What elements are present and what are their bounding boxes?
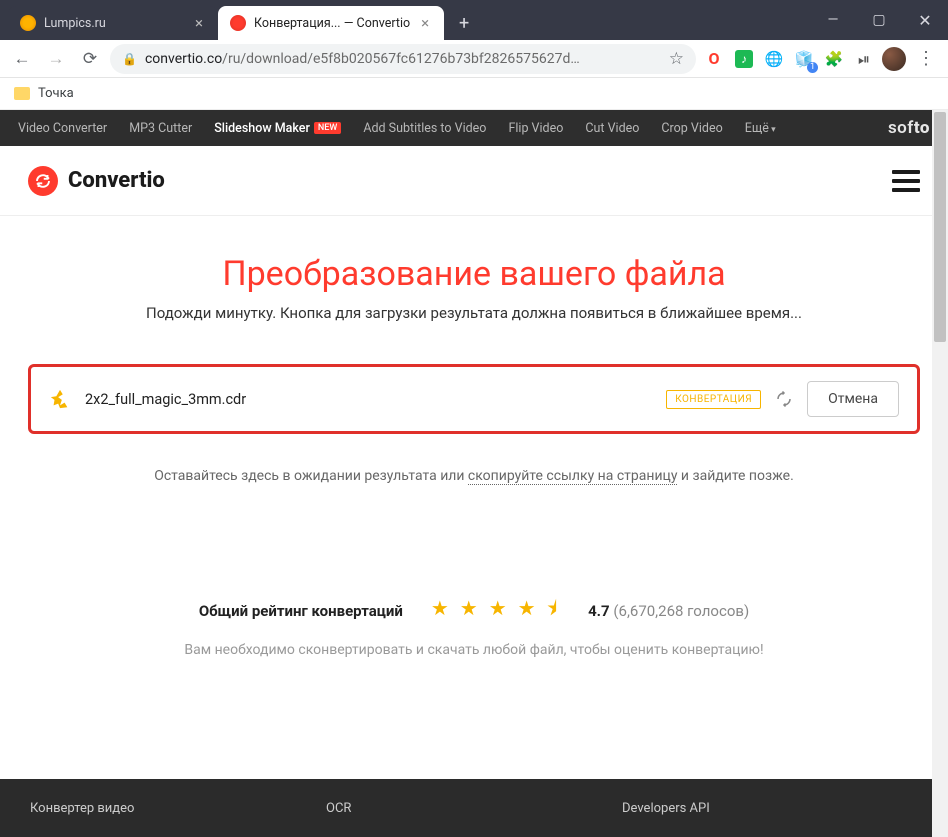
main-content: Преобразование вашего файла Подожди мину… [0, 216, 948, 678]
nav-slideshow-maker[interactable]: Slideshow MakerNEW [214, 121, 341, 136]
extension-opera-icon[interactable]: O [702, 47, 726, 71]
forward-button[interactable]: → [42, 45, 70, 73]
site-footer: Конвертер видео OCR Developers API [0, 779, 948, 837]
conversion-status-badge: КОНВЕРТАЦИЯ [666, 390, 761, 409]
lock-icon: 🔒 [122, 52, 137, 66]
softo-brand[interactable]: softo [888, 118, 930, 138]
close-tab-icon[interactable]: × [192, 16, 206, 30]
site-top-nav: Video Converter MP3 Cutter Slideshow Mak… [0, 110, 948, 146]
extension-music-icon[interactable]: ♪ [732, 47, 756, 71]
favicon-convertio-icon [230, 15, 246, 31]
filename-text: 2x2_full_magic_3mm.cdr [85, 391, 652, 408]
scrollbar-thumb[interactable] [934, 112, 946, 342]
footer-link-api[interactable]: Developers API [622, 801, 918, 816]
nav-crop-video[interactable]: Crop Video [661, 121, 722, 136]
page-viewport: Video Converter MP3 Cutter Slideshow Mak… [0, 110, 948, 837]
rating-score: 4.7 [588, 602, 610, 620]
extension-box-icon[interactable]: 🧊 [792, 47, 816, 71]
rating-votes: (6,670,268 голосов) [613, 602, 749, 620]
minimize-button[interactable]: — [810, 0, 856, 40]
tab-title: Конвертация... — Convertio [254, 16, 410, 31]
wait-message: Оставайтесь здесь в ожидании результата … [28, 468, 920, 484]
page-heading: Преобразование вашего файла [28, 254, 920, 294]
logo-text: Convertio [68, 168, 165, 193]
page-subtitle: Подожди минутку. Кнопка для загрузки рез… [28, 304, 920, 322]
back-button[interactable]: ← [8, 45, 36, 73]
copy-link[interactable]: скопируйте ссылку на страницу [468, 468, 678, 485]
cancel-button[interactable]: Отмена [807, 381, 899, 417]
bookmark-star-icon[interactable]: ☆ [669, 49, 684, 69]
bookmark-item[interactable]: Точка [38, 86, 74, 101]
window-controls: — ▢ ✕ [810, 0, 948, 40]
site-header: Convertio [0, 146, 948, 216]
maximize-button[interactable]: ▢ [856, 0, 902, 40]
conversion-file-row: 2x2_full_magic_3mm.cdr КОНВЕРТАЦИЯ Отмен… [28, 364, 920, 434]
reload-button[interactable]: ⟳ [76, 45, 104, 73]
new-badge: NEW [314, 122, 341, 134]
hamburger-menu-button[interactable] [892, 170, 920, 192]
bookmarks-bar: Точка [0, 78, 948, 110]
extension-globe-icon[interactable]: 🌐 [762, 47, 786, 71]
address-bar[interactable]: 🔒 convertio.co/ru/download/e5f8b020567fc… [110, 44, 696, 74]
convertio-logo-icon [28, 166, 58, 196]
loading-spinner-icon [775, 390, 793, 408]
folder-icon [14, 87, 30, 100]
cdr-file-icon [49, 388, 71, 410]
footer-link-converter[interactable]: Конвертер видео [30, 801, 326, 816]
url-text: convertio.co/ru/download/e5f8b020567fc61… [145, 51, 661, 67]
tab-convertio[interactable]: Конвертация... — Convertio × [218, 6, 444, 40]
address-bar-row: ← → ⟳ 🔒 convertio.co/ru/download/e5f8b02… [0, 40, 948, 78]
rating-section: Общий рейтинг конвертаций ★ ★ ★ ★ ⯨ 4.7 … [28, 594, 920, 658]
nav-add-subtitles[interactable]: Add Subtitles to Video [363, 121, 486, 136]
rating-stars: ★ ★ ★ ★ ⯨ [431, 594, 560, 628]
browser-titlebar: Lumpics.ru × Конвертация... — Convertio … [0, 0, 948, 40]
nav-cut-video[interactable]: Cut Video [585, 121, 639, 136]
nav-mp3-cutter[interactable]: MP3 Cutter [129, 121, 192, 136]
nav-video-converter[interactable]: Video Converter [18, 121, 107, 136]
chrome-menu-button[interactable]: ⋮ [912, 45, 940, 73]
nav-flip-video[interactable]: Flip Video [508, 121, 563, 136]
footer-link-ocr[interactable]: OCR [326, 801, 622, 816]
rating-message: Вам необходимо сконвертировать и скачать… [28, 642, 920, 658]
new-tab-button[interactable]: + [450, 9, 478, 37]
nav-more[interactable]: Ещё [745, 121, 776, 136]
tab-title: Lumpics.ru [44, 16, 184, 31]
tab-lumpics[interactable]: Lumpics.ru × [8, 6, 218, 40]
rating-label: Общий рейтинг конвертаций [199, 602, 403, 620]
scrollbar[interactable] [932, 110, 948, 837]
extensions-button[interactable]: 🧩 [822, 47, 846, 71]
favicon-lumpics-icon [20, 15, 36, 31]
convertio-logo[interactable]: Convertio [28, 166, 165, 196]
profile-avatar[interactable] [882, 47, 906, 71]
extension-media-icon[interactable]: ⏯ [852, 47, 876, 71]
close-tab-icon[interactable]: × [418, 16, 432, 30]
close-window-button[interactable]: ✕ [902, 0, 948, 40]
